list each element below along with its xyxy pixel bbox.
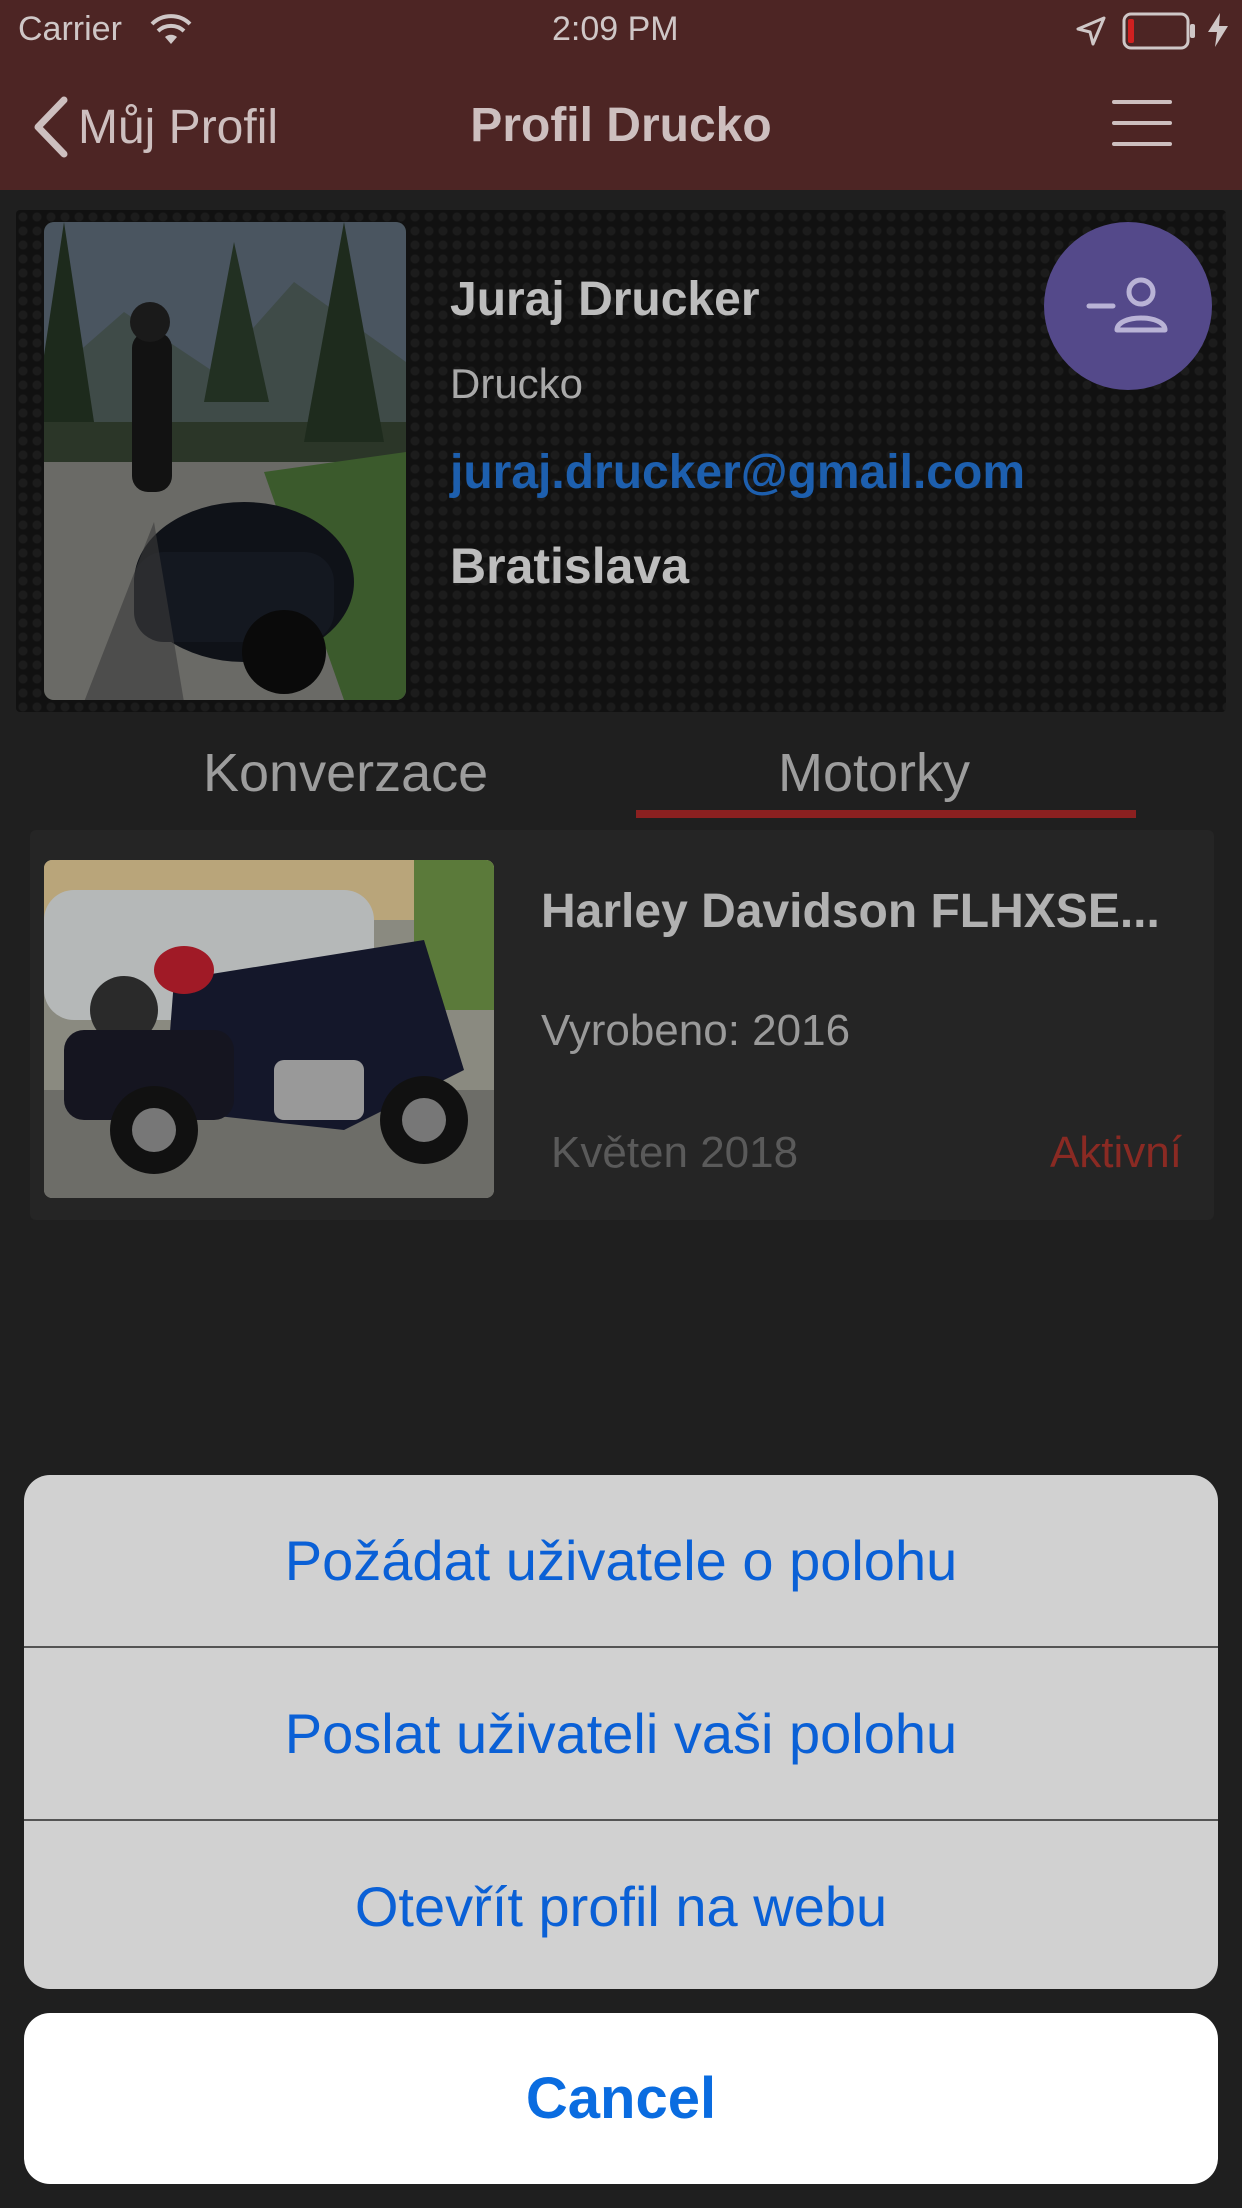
page-title: Profil Drucko [470, 99, 772, 152]
motorcycle-name: Harley Davidson FLHXSE... [541, 885, 1160, 938]
request-location-button[interactable]: Požádat uživatele o polohu [24, 1475, 1218, 1646]
carrier-label: Carrier [18, 10, 122, 48]
open-web-profile-button[interactable]: Otevřít profil na webu [24, 1819, 1218, 1989]
hamburger-icon [1112, 100, 1172, 104]
motorcycle-photo [44, 860, 494, 1198]
wifi-icon [150, 14, 192, 44]
profile-photo [44, 222, 406, 700]
location-arrow-icon [1076, 16, 1106, 46]
active-tab-indicator [636, 810, 1136, 818]
battery-icon [1122, 12, 1195, 50]
person-remove-icon [1086, 277, 1168, 333]
profile-email-link[interactable]: juraj.drucker@gmail.com [450, 445, 1025, 500]
charging-bolt-icon [1208, 13, 1228, 47]
remove-friend-button[interactable] [1044, 222, 1212, 390]
clock-label: 2:09 PM [552, 10, 679, 48]
profile-full-name: Juraj Drucker [450, 273, 760, 326]
action-sheet: Požádat uživatele o polohu Poslat uživat… [24, 1475, 1218, 1989]
send-location-button[interactable]: Poslat uživateli vaši polohu [24, 1646, 1218, 1819]
tab-motorky[interactable]: Motorky [778, 742, 970, 804]
cancel-button[interactable]: Cancel [24, 2013, 1218, 2184]
motorcycle-year: Vyrobeno: 2016 [541, 1006, 851, 1055]
motorcycle-added-date: Květen 2018 [551, 1128, 799, 1177]
profile-city: Bratislava [450, 538, 690, 594]
tab-konverzace[interactable]: Konverzace [203, 742, 488, 804]
status-badge: Aktivní [1049, 1128, 1182, 1177]
navigation-bar: Carrier 2:09 PM Můj Profil Profil Drucko [0, 0, 1242, 190]
menu-button[interactable] [1112, 100, 1172, 146]
profile-nickname: Drucko [450, 360, 584, 407]
